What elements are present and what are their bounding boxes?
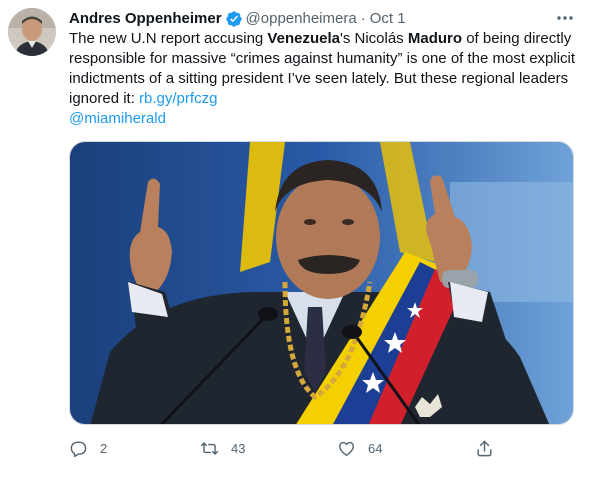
share-icon [477,440,492,456]
separator-dot: · [360,10,366,27]
reply-count: 2 [100,440,108,456]
tweet-text: The new U.N report accusing Venezuela's … [69,29,579,129]
more-icon[interactable] [555,11,575,25]
retweet-icon [200,441,219,455]
like-button[interactable]: 64 [337,436,382,460]
like-count: 64 [368,440,383,456]
text-segment: 's Nicolás [339,30,408,47]
avatar[interactable] [8,8,56,56]
reply-button[interactable]: 2 [69,436,107,460]
mention-link[interactable]: @miamiherald [69,110,166,127]
tweet[interactable]: Andres Oppenheimer @oppenheimera · Oct 1… [0,0,591,477]
tweet-link[interactable]: rb.gy/prfczg [139,90,217,107]
tweet-date[interactable]: Oct 1 [370,9,406,29]
text-bold-venezuela: Venezuela [267,30,340,47]
text-bold-maduro: Maduro [407,30,463,47]
reply-icon [70,440,87,457]
retweet-button[interactable]: 43 [200,436,245,460]
text-segment: The new U.N report accusing [69,30,268,47]
heart-icon [339,441,354,456]
author-name[interactable]: Andres Oppenheimer [69,9,222,29]
share-button[interactable] [475,436,494,460]
retweet-count: 43 [231,440,246,456]
tweet-photo[interactable] [69,141,574,425]
tweet-header: Andres Oppenheimer @oppenheimera · Oct 1 [69,9,406,29]
verified-badge-icon [225,10,243,28]
tweet-actions: 2 43 64 [69,436,499,460]
author-handle[interactable]: @oppenheimera [246,9,357,29]
